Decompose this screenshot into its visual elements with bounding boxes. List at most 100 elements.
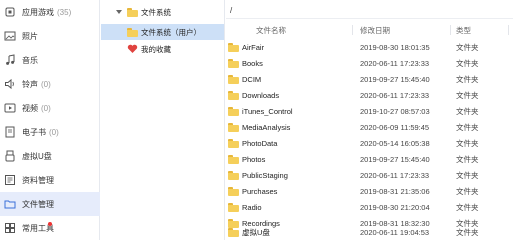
nav-item-music[interactable]: 音乐 — [0, 48, 100, 72]
nav-label: 音乐 — [22, 55, 38, 65]
folder-icon — [228, 106, 239, 116]
file-name: iTunes_Control — [242, 106, 293, 116]
folder-tree: 文件系统 文件系统（用户） 我的收藏 — [101, 0, 225, 240]
file-name: MediaAnalysis — [242, 122, 291, 132]
nav-label: 应用游戏 — [22, 7, 54, 17]
nav-item-ebooks[interactable]: 电子书 (0) — [0, 120, 100, 144]
file-type: 文件夹 — [456, 90, 479, 100]
file-name: DCIM — [242, 74, 262, 84]
folder-icon — [228, 58, 239, 68]
folder-icon — [127, 27, 138, 37]
nav-count: (0) — [41, 79, 51, 89]
file-row[interactable]: Radio 2019-08-30 21:20:04 文件夹 — [226, 199, 513, 215]
file-date: 2019-09-27 15:45:40 — [360, 154, 430, 164]
nav-count: (0) — [49, 127, 59, 137]
file-type: 文件夹 — [456, 58, 479, 68]
tree-item-favorites[interactable]: 我的收藏 — [127, 41, 223, 57]
tree-label: 我的收藏 — [141, 44, 171, 54]
path-bar[interactable]: / — [226, 3, 513, 19]
ringtone-icon — [4, 78, 16, 90]
file-date: 2020-06-09 11:59:45 — [360, 122, 430, 132]
file-name: AirFair — [242, 42, 265, 52]
folder-icon — [228, 154, 239, 164]
file-type: 文件夹 — [456, 170, 479, 180]
tree-item-file-system[interactable]: 文件系统 — [115, 4, 223, 20]
video-icon — [4, 102, 16, 114]
nav-count: (0) — [41, 103, 51, 113]
file-name: Radio — [242, 202, 262, 212]
file-name: Photos — [242, 154, 266, 164]
photo-icon — [4, 30, 16, 42]
nav-item-data-manage[interactable]: 资料管理 — [0, 168, 100, 192]
file-date: 2020-06-11 19:04:53 — [360, 227, 430, 237]
folder-icon — [127, 7, 138, 17]
file-date: 2019-08-31 21:35:06 — [360, 186, 430, 196]
file-row[interactable]: Photos 2019-09-27 15:45:40 文件夹 — [226, 151, 513, 167]
nav-item-file-manage[interactable]: 文件管理 — [0, 192, 100, 216]
file-row[interactable]: MediaAnalysis 2020-06-09 11:59:45 文件夹 — [226, 119, 513, 135]
file-row[interactable]: 虚拟U盘 2020-06-11 19:04:53 文件夹 — [226, 224, 513, 240]
nav-label: 铃声 — [22, 79, 38, 89]
nav-item-virtual-udisk[interactable]: 虚拟U盘 — [0, 144, 100, 168]
folder-icon — [228, 186, 239, 196]
file-row[interactable]: AirFair 2019-08-30 18:01:35 文件夹 — [226, 39, 513, 55]
tree-item-file-system-user[interactable]: 文件系统（用户） — [101, 24, 224, 40]
file-type: 文件夹 — [456, 202, 479, 212]
file-type: 文件夹 — [456, 154, 479, 164]
folder-icon — [228, 202, 239, 212]
file-name: Purchases — [242, 186, 278, 196]
file-row[interactable]: Books 2020-06-11 17:23:33 文件夹 — [226, 55, 513, 71]
nav-item-ringtones[interactable]: 铃声 (0) — [0, 72, 100, 96]
file-name: 虚拟U盘 — [242, 227, 270, 237]
file-name: PhotoData — [242, 138, 278, 148]
file-date: 2020-06-11 17:23:33 — [360, 58, 430, 68]
column-header-type[interactable]: 类型 — [456, 23, 471, 37]
caret-down-icon[interactable] — [115, 8, 123, 16]
column-divider[interactable] — [508, 25, 509, 35]
nav-label: 照片 — [22, 31, 38, 41]
file-name: Books — [242, 58, 263, 68]
file-date: 2020-06-11 17:23:33 — [360, 170, 430, 180]
file-type: 文件夹 — [456, 138, 479, 148]
folder-icon — [228, 170, 239, 180]
column-divider[interactable] — [450, 25, 451, 35]
file-row[interactable]: DCIM 2019-09-27 15:45:40 文件夹 — [226, 71, 513, 87]
nav-item-tools[interactable]: 常用工具 — [0, 216, 100, 240]
folder-icon — [228, 90, 239, 100]
nav-item-apps-games[interactable]: 应用游戏 (35) — [0, 0, 100, 24]
path-text: / — [230, 6, 233, 15]
file-type: 文件夹 — [456, 186, 479, 196]
column-header-name[interactable]: 文件名称 — [256, 23, 286, 37]
nav-item-photos[interactable]: 照片 — [0, 24, 100, 48]
folder-icon — [228, 74, 239, 84]
file-type: 文件夹 — [456, 106, 479, 116]
file-manage-icon — [4, 198, 16, 210]
notification-dot — [48, 222, 52, 226]
tools-icon — [4, 222, 16, 234]
file-row[interactable]: Purchases 2019-08-31 21:35:06 文件夹 — [226, 183, 513, 199]
virtual-udisk-icon — [4, 150, 16, 162]
column-header-date[interactable]: 修改日期 — [360, 23, 390, 37]
nav-label: 虚拟U盘 — [22, 151, 52, 161]
tree-label: 文件系统 — [141, 7, 171, 17]
file-row[interactable]: Downloads 2020-06-11 17:23:33 文件夹 — [226, 87, 513, 103]
left-nav: 应用游戏 (35) 照片 音乐 铃声 (0) 视频 (0) 电子书 (0) 虚拟… — [0, 0, 100, 240]
folder-icon — [228, 122, 239, 132]
nav-count: (35) — [57, 7, 72, 17]
file-row[interactable]: PhotoData 2020-05-14 16:05:38 文件夹 — [226, 135, 513, 151]
file-type: 文件夹 — [456, 122, 479, 132]
tree-label: 文件系统（用户） — [141, 27, 201, 37]
file-type: 文件夹 — [456, 227, 479, 237]
file-name: Downloads — [242, 90, 280, 100]
file-row[interactable]: PublicStaging 2020-06-11 17:23:33 文件夹 — [226, 167, 513, 183]
file-date: 2020-06-11 17:23:33 — [360, 90, 430, 100]
nav-item-videos[interactable]: 视频 (0) — [0, 96, 100, 120]
file-row[interactable]: iTunes_Control 2019-10-27 08:57:03 文件夹 — [226, 103, 513, 119]
column-divider[interactable] — [352, 25, 353, 35]
file-date: 2019-08-30 18:01:35 — [360, 42, 430, 52]
file-date: 2019-08-30 21:20:04 — [360, 202, 430, 212]
file-type: 文件夹 — [456, 74, 479, 84]
music-icon — [4, 54, 16, 66]
file-date: 2019-10-27 08:57:03 — [360, 106, 430, 116]
nav-label: 资料管理 — [22, 175, 54, 185]
